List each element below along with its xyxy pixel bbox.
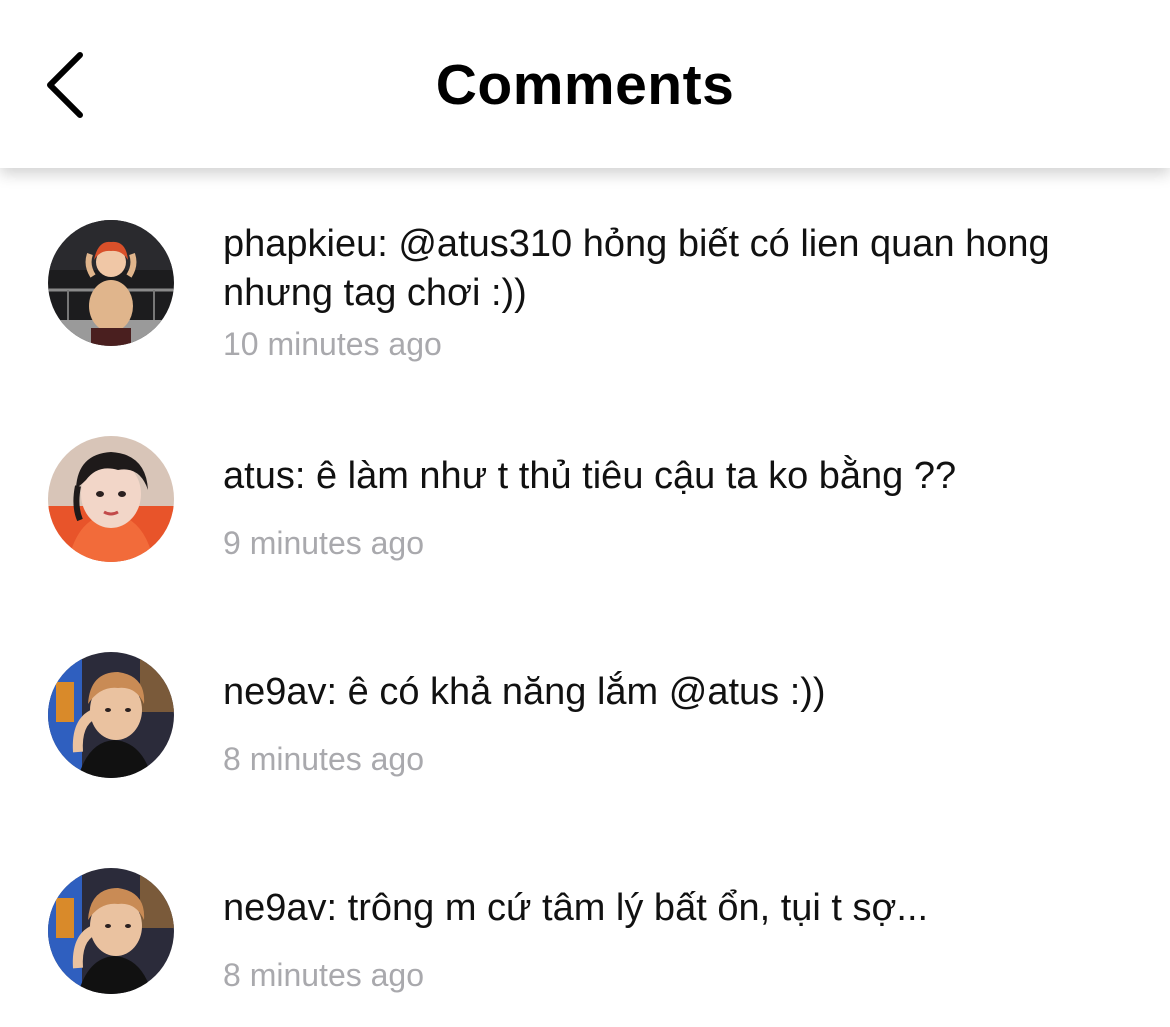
comment-timestamp: 8 minutes ago <box>223 957 425 993</box>
avatar-image <box>48 868 174 994</box>
comment-body: ne9av: ê có khả năng lắm @atus :)) 8 min… <box>223 668 1103 779</box>
comment-timestamp: 8 minutes ago <box>223 741 425 777</box>
avatar[interactable] <box>48 652 174 778</box>
avatar-image <box>48 436 174 562</box>
comment-body: phapkieu: @atus310 hỏng biết có lien qua… <box>223 220 1103 364</box>
comment-text: atus: ê làm như t thủ tiêu cậu ta ko bằn… <box>223 455 957 497</box>
top-bar: Comments <box>0 0 1170 168</box>
comment-body: ne9av: trông m cứ tâm lý bất ổn, tụi t s… <box>223 884 1103 995</box>
comment-body: atus: ê làm như t thủ tiêu cậu ta ko bằn… <box>223 452 1103 563</box>
comment-text: phapkieu: @atus310 hỏng biết có lien qua… <box>223 223 1050 314</box>
avatar-image <box>48 220 174 346</box>
avatar-image <box>48 652 174 778</box>
comment-timestamp: 10 minutes ago <box>223 326 442 362</box>
page-title: Comments <box>435 53 735 117</box>
avatar[interactable] <box>48 868 174 994</box>
comment-timestamp: 9 minutes ago <box>223 525 425 561</box>
comment-text: ne9av: trông m cứ tâm lý bất ổn, tụi t s… <box>223 887 929 929</box>
comment-text: ne9av: ê có khả năng lắm @atus :)) <box>223 671 826 713</box>
avatar[interactable] <box>48 220 174 346</box>
avatar[interactable] <box>48 436 174 562</box>
